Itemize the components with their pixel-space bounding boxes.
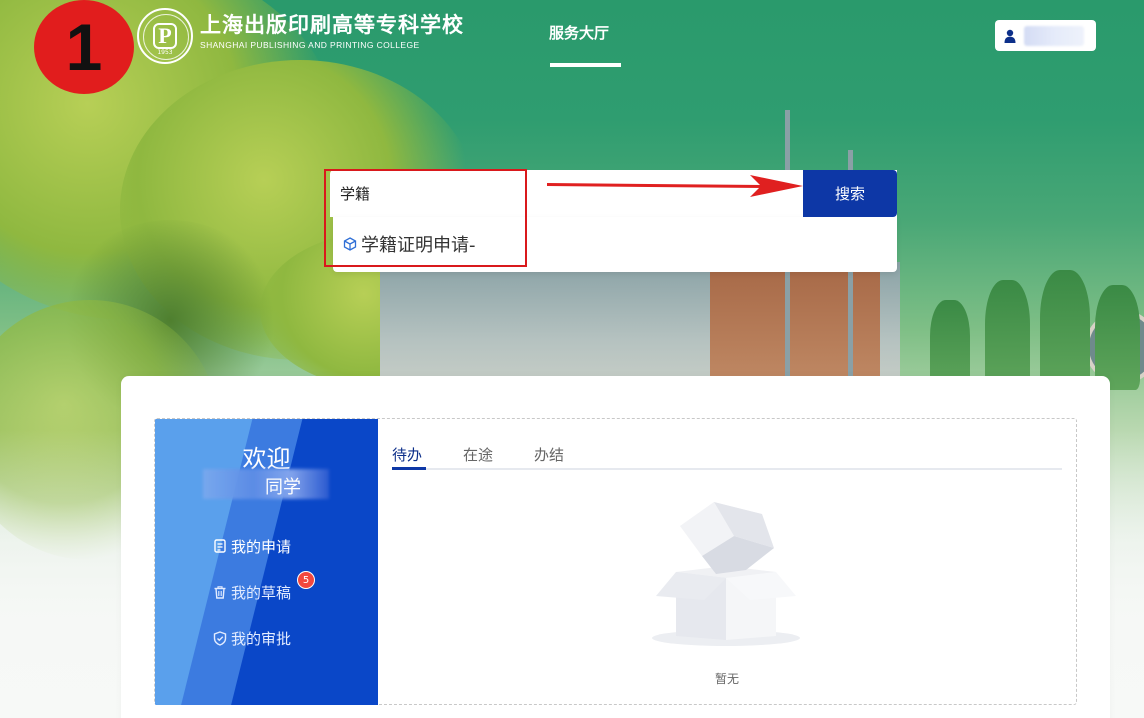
user-name-suffix: 同学 (265, 477, 301, 498)
user-account-button[interactable] (995, 20, 1096, 51)
empty-state-text: 暂无 (714, 672, 739, 686)
sidebar-item-label: 我的草稿 (231, 583, 292, 602)
document-icon (214, 539, 226, 553)
shield-check-icon (213, 630, 227, 646)
step-number-badge: 1 (34, 0, 134, 94)
empty-box-illustration (652, 502, 800, 646)
nav-service-hall[interactable]: 服务大厅 (549, 22, 609, 43)
tree (1095, 285, 1140, 390)
cube-icon (343, 237, 357, 251)
tree (1040, 270, 1090, 390)
suggestion-item[interactable]: 学籍证明申请- (343, 231, 476, 257)
sidebar-item-my-approvals[interactable]: 我的审批 (213, 627, 291, 649)
tab-in-progress[interactable]: 在途 (463, 444, 493, 465)
tab-todo[interactable]: 待办 (392, 444, 422, 465)
campus-building (380, 262, 1144, 392)
user-name: 同学 (203, 469, 333, 499)
sidebar-menu: 我的申请 我的草稿 5 我的审批 (213, 535, 315, 673)
trash-icon (214, 586, 226, 599)
logo-monogram: P (153, 23, 177, 49)
annotation-arrow (547, 175, 803, 197)
college-name-cn: 上海出版印刷高等专科学校 (200, 12, 464, 37)
user-sidebar: 欢迎 同学 我的申请 我的草稿 5 我的审批 (155, 419, 378, 705)
tree (985, 280, 1030, 390)
sidebar-item-label: 我的审批 (231, 629, 292, 648)
search-suggestions: 学籍证明申请- (333, 217, 897, 272)
college-name-en: SHANGHAI PUBLISHING AND PRINTING COLLEGE (200, 40, 420, 50)
draft-count-badge: 5 (297, 571, 315, 589)
search-button[interactable]: 搜索 (803, 170, 897, 217)
sidebar-item-label: 我的申请 (231, 537, 292, 556)
college-logo-text[interactable]: 上海出版印刷高等专科学校 SHANGHAI PUBLISHING AND PRI… (200, 12, 464, 50)
username-redacted (1024, 25, 1084, 46)
college-logo-seal: P 1953 (137, 8, 193, 64)
sidebar-item-my-drafts[interactable]: 我的草稿 5 (213, 571, 315, 603)
nav-active-indicator (550, 63, 621, 67)
building-red-wall (710, 270, 1144, 392)
user-icon (1004, 29, 1016, 43)
active-tab-indicator (392, 467, 426, 470)
logo-year: 1953 (157, 49, 173, 56)
suggestion-label: 学籍证明申请- (361, 235, 476, 256)
task-tabs: 待办 在途 办结 (392, 440, 1062, 470)
tab-completed[interactable]: 办结 (534, 444, 564, 465)
sidebar-item-my-applications[interactable]: 我的申请 (213, 535, 291, 557)
